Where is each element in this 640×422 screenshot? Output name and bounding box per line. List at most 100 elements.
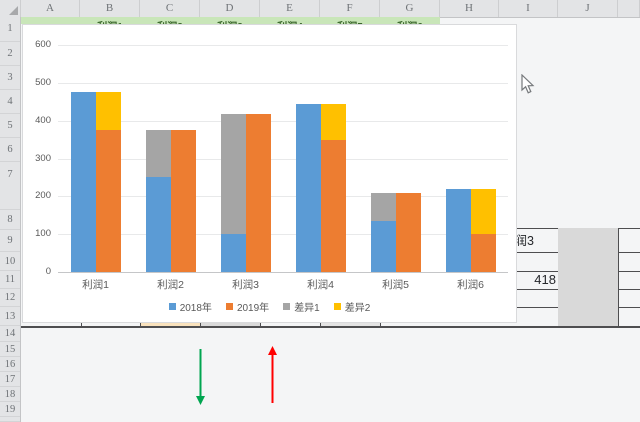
bar-segment-2019年-利润3[interactable]: [246, 114, 271, 272]
legend-item-差异2[interactable]: 差异2: [334, 299, 371, 314]
bar-segment-2019年-利润4[interactable]: [321, 140, 346, 272]
legend-swatch-icon: [334, 303, 341, 310]
bar-stack: [71, 92, 96, 272]
column-header-partial[interactable]: [618, 0, 640, 17]
select-all-corner[interactable]: [0, 0, 21, 17]
bar-segment-差异2-利润4[interactable]: [321, 104, 346, 140]
bar-pair-利润1: [71, 92, 121, 272]
row-header-3[interactable]: 3: [0, 66, 20, 90]
row-header-7[interactable]: 7: [0, 162, 20, 210]
bar-segment-差异2-利润6[interactable]: [471, 189, 496, 234]
column-header-J[interactable]: J: [558, 0, 618, 17]
bar-stack: [296, 104, 321, 272]
row-header-15[interactable]: 15: [0, 342, 20, 357]
bar-pair-利润3: [221, 114, 271, 272]
bar-stack: [371, 193, 396, 272]
row-header-4[interactable]: 4: [0, 90, 20, 114]
chart-category-label: 利润2: [133, 277, 208, 292]
legend-label: 差异1: [294, 299, 320, 314]
row-header-6[interactable]: 6: [0, 138, 20, 162]
chart-y-tick-label: 0: [23, 266, 51, 278]
row-header-14[interactable]: 14: [0, 326, 20, 342]
bar-segment-2018年-利润2[interactable]: [146, 177, 171, 272]
chart-category-label: 利润3: [208, 277, 283, 292]
legend-swatch-icon: [283, 303, 290, 310]
bar-stack: [221, 114, 246, 272]
bar-segment-2018年-利润4[interactable]: [296, 104, 321, 272]
bar-stack: [321, 104, 346, 272]
chart-legend: 2018年 2019年 差异1 差异2: [23, 299, 516, 314]
row-header-2[interactable]: 2: [0, 42, 20, 66]
embedded-bar-chart[interactable]: 6005004003002001000 利润1利润2利润3利润4利润5利润6 2…: [22, 24, 517, 323]
bar-segment-2019年-利润1[interactable]: [96, 130, 121, 272]
bar-segment-2019年-利润6[interactable]: [471, 234, 496, 272]
row-header-17[interactable]: 17: [0, 372, 20, 387]
cell-border-tick: [260, 323, 261, 327]
bar-segment-2018年-利润6[interactable]: [446, 189, 471, 272]
red-up-arrow[interactable]: [267, 345, 278, 405]
chart-y-tick-label: 300: [23, 153, 51, 165]
bar-segment-2018年-利润5[interactable]: [371, 221, 396, 272]
chart-y-tick-label: 500: [23, 77, 51, 89]
cell-sliver-gray: [320, 323, 380, 327]
column-header-H[interactable]: H: [440, 0, 499, 17]
row-header-8[interactable]: 8: [0, 210, 20, 230]
row-header-13[interactable]: 13: [0, 307, 20, 326]
cell-border-tick: [140, 323, 141, 327]
bar-segment-差异1-利润3[interactable]: [221, 114, 246, 234]
row-header-1[interactable]: 1: [0, 17, 20, 42]
chart-category-slot: [133, 45, 208, 272]
chart-category-slot: [208, 45, 283, 272]
legend-item-2018年[interactable]: 2018年: [169, 299, 212, 314]
cell-sliver-tan: [140, 323, 200, 327]
row-header-11[interactable]: 11: [0, 271, 20, 289]
green-fill-row[interactable]: 利润1利润2利润3利润4利润5利润6: [21, 17, 440, 24]
row-header-12[interactable]: 12: [0, 289, 20, 308]
bar-pair-利润6: [446, 189, 496, 272]
chart-category-slot: [358, 45, 433, 272]
green-down-arrow[interactable]: [195, 347, 206, 407]
chart-category-label: 利润1: [58, 277, 133, 292]
chart-plot-area: [58, 45, 508, 272]
legend-item-2019年[interactable]: 2019年: [226, 299, 269, 314]
row-header-16[interactable]: 16: [0, 357, 20, 372]
cell-border-tick: [81, 323, 82, 327]
chart-category-slot: [58, 45, 133, 272]
bar-segment-2018年-利润1[interactable]: [71, 92, 96, 272]
column-header-G[interactable]: G: [380, 0, 440, 17]
row-header-19[interactable]: 19: [0, 402, 20, 417]
bar-segment-差异1-利润2[interactable]: [146, 130, 171, 177]
row-header-10[interactable]: 10: [0, 252, 20, 271]
column-header-row: ABCDEFGHIJ: [0, 0, 640, 18]
column-header-F[interactable]: F: [320, 0, 380, 17]
chart-category-slot: [283, 45, 358, 272]
legend-label: 2018年: [180, 299, 212, 314]
legend-item-差异1[interactable]: 差异1: [283, 299, 320, 314]
bar-segment-2018年-利润3[interactable]: [221, 234, 246, 272]
column-header-A[interactable]: A: [21, 0, 80, 17]
bar-stack: [396, 193, 421, 272]
row-header-5[interactable]: 5: [0, 114, 20, 138]
cell-border-tick: [200, 323, 201, 327]
column-header-C[interactable]: C: [140, 0, 200, 17]
legend-label: 2019年: [237, 299, 269, 314]
bar-segment-2019年-利润5[interactable]: [396, 193, 421, 272]
column-header-E[interactable]: E: [260, 0, 320, 17]
cell-border-tick: [380, 323, 381, 327]
row-header-9[interactable]: 9: [0, 230, 20, 252]
column-header-D[interactable]: D: [200, 0, 260, 17]
row-header-partial[interactable]: [0, 417, 20, 422]
column-header-I[interactable]: I: [499, 0, 558, 17]
bar-segment-差异1-利润5[interactable]: [371, 193, 396, 221]
bar-segment-2019年-利润2[interactable]: [171, 130, 196, 272]
bar-stack: [146, 130, 171, 272]
row-header-column: 12345678910111213141516171819: [0, 17, 21, 422]
chart-category-label: 利润6: [433, 277, 508, 292]
bar-segment-差异2-利润1[interactable]: [96, 92, 121, 130]
column-header-B[interactable]: B: [80, 0, 140, 17]
row-header-18[interactable]: 18: [0, 387, 20, 402]
shaded-cells-column-j[interactable]: [558, 228, 618, 327]
chart-category-labels: 利润1利润2利润3利润4利润5利润6: [58, 277, 508, 292]
chart-y-tick-label: 100: [23, 228, 51, 240]
chart-y-tick-label: 400: [23, 115, 51, 127]
